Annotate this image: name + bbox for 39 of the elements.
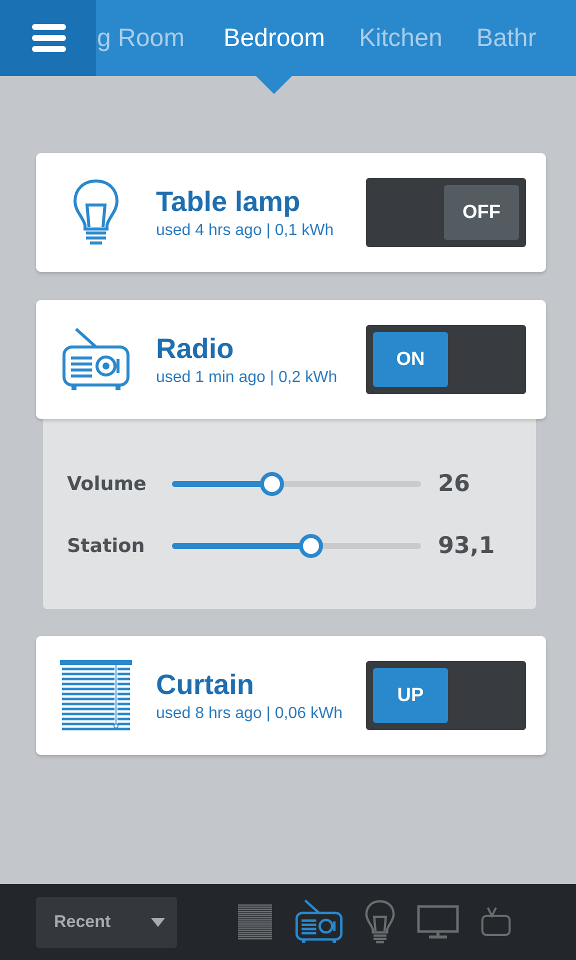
- window-blind-icon: [237, 903, 273, 941]
- radio-icon: [295, 899, 343, 945]
- device-type-button[interactable]: [365, 900, 395, 944]
- radio-icon: [62, 326, 130, 392]
- slider-value: 93,1: [437, 533, 496, 559]
- monitor-icon: [417, 905, 459, 939]
- usage-text: used 1 min ago | 0,2 kWh: [156, 368, 338, 386]
- switch-knob: OFF: [444, 185, 519, 240]
- usage-text: used 8 hrs ago | 0,06 kWh: [156, 704, 344, 722]
- toggle-switch[interactable]: UP: [366, 661, 526, 730]
- slider[interactable]: [172, 472, 421, 496]
- room-tab[interactable]: Bathr: [459, 23, 554, 53]
- slider-label: Volume: [67, 473, 148, 495]
- slider-thumb[interactable]: [299, 534, 324, 558]
- menu-button[interactable]: [0, 0, 96, 76]
- room-tab[interactable]: Bedroom: [206, 23, 342, 53]
- slider-thumb[interactable]: [260, 472, 284, 496]
- toggle-switch[interactable]: OFF: [366, 178, 526, 247]
- switch-knob: ON: [373, 332, 448, 387]
- usage-text: used 4 hrs ago | 0,1 kWh: [156, 222, 335, 240]
- slider-value: 26: [437, 471, 472, 497]
- caret-icon: [151, 918, 165, 926]
- switch-knob: UP: [373, 668, 448, 723]
- window-blind-icon: [60, 660, 132, 732]
- device-type-button[interactable]: [417, 905, 459, 939]
- room-tab[interactable]: g Room: [96, 23, 207, 53]
- toggle-switch[interactable]: ON: [366, 325, 526, 394]
- slider[interactable]: [172, 534, 421, 558]
- menu-icon: [32, 23, 66, 53]
- device-name: Table lamp: [156, 186, 302, 218]
- device-name: Curtain: [156, 668, 255, 700]
- light-bulb-icon: [365, 900, 395, 944]
- slider-label: Station: [67, 535, 146, 557]
- light-bulb-icon: [73, 178, 119, 246]
- room-tab[interactable]: Kitchen: [342, 23, 460, 53]
- device-name: Radio: [156, 332, 235, 364]
- device-type-button[interactable]: [295, 899, 343, 945]
- device-type-button[interactable]: [237, 903, 273, 941]
- filter-dropdown[interactable]: Recent: [36, 896, 177, 948]
